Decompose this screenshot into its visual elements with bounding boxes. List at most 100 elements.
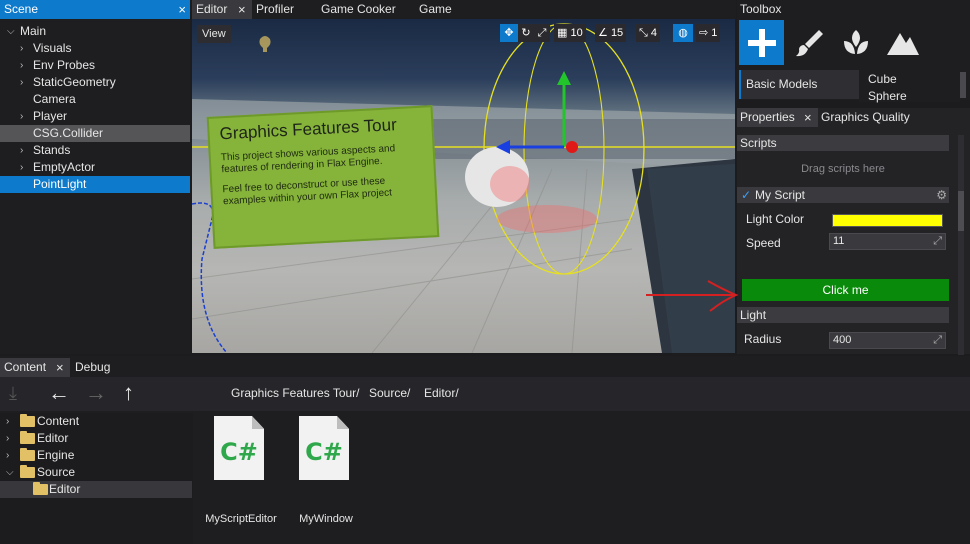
folder-tree-item[interactable]: › Content [0, 413, 192, 430]
folder-icon [20, 414, 35, 427]
paint-brush-icon[interactable] [786, 20, 831, 65]
scene-item-label: PointLight [33, 177, 87, 191]
folder-tree-item-selected[interactable]: Editor [0, 481, 192, 498]
my-script-header[interactable]: ✓ My Script ⚙ [737, 187, 949, 203]
model-item-cube[interactable]: Cube [868, 72, 897, 86]
scale-snap-value: 4 [650, 27, 657, 39]
scene-tree-item[interactable]: CSG.Collider [0, 125, 190, 142]
tab-profiler[interactable]: Profiler [256, 0, 294, 19]
tab-graphics-quality[interactable]: Graphics Quality [821, 108, 910, 127]
gear-icon[interactable]: ⚙ [936, 187, 947, 203]
properties-scrollbar[interactable] [958, 135, 964, 355]
folder-tree-item[interactable]: ⌵ Source [0, 464, 192, 481]
forward-arrow-icon[interactable]: → [85, 380, 107, 406]
chevron-right-icon[interactable]: › [6, 447, 9, 464]
camera-speed-button[interactable]: ⇨ 1 [696, 24, 721, 42]
chevron-right-icon[interactable]: › [6, 430, 9, 447]
click-me-button[interactable]: Click me [742, 279, 949, 301]
chevron-right-icon[interactable]: › [20, 57, 23, 74]
tab-content[interactable]: Content × [0, 358, 70, 377]
scene-tree-item[interactable]: › StaticGeometry [0, 74, 190, 91]
scene-item-label: Player [33, 109, 68, 123]
file-item[interactable]: C# MyWindow [287, 408, 365, 538]
csharp-label: C# [305, 438, 343, 466]
scale-snap-button[interactable]: ⤡ 4 [636, 24, 660, 42]
grid-snap-button[interactable]: ▦ 10 [554, 24, 586, 42]
scene-tree-item[interactable]: › Env Probes [0, 57, 190, 74]
sign-text: Feel free to deconstruct or use these ex… [222, 175, 393, 208]
scene-tab-label: Scene [4, 2, 39, 16]
tab-properties[interactable]: Properties × [737, 108, 818, 127]
scene-tree-item[interactable]: › Player [0, 108, 190, 125]
chevron-down-icon[interactable]: ⌵ [7, 23, 15, 40]
chevron-right-icon[interactable]: › [6, 413, 9, 430]
toolbox-model-list: Cube Sphere [859, 70, 960, 103]
toolbox-scrollbar[interactable] [960, 72, 966, 98]
scripts-section-header[interactable]: Scripts [737, 135, 949, 151]
csharp-label: C# [220, 438, 258, 466]
breadcrumb-item[interactable]: Source/ [369, 386, 410, 400]
page-fold [337, 416, 349, 429]
checkbox-icon[interactable]: ✓ [741, 187, 751, 203]
chevron-down-icon[interactable]: ⌵ [6, 464, 14, 481]
content-toolbar [0, 377, 970, 411]
terrain-icon[interactable] [880, 20, 925, 65]
tab-game-cooker[interactable]: Game Cooker [321, 0, 396, 19]
tab-editor-label: Editor [196, 2, 228, 16]
up-arrow-icon[interactable]: ↑ [123, 380, 134, 406]
import-icon[interactable]: ⤓ [9, 383, 17, 404]
scene-tree-item-selected[interactable]: PointLight [0, 176, 190, 193]
scene-tree-item[interactable]: Camera [0, 91, 190, 108]
chevron-right-icon[interactable]: › [20, 159, 23, 176]
scene-tab[interactable]: Scene × [0, 0, 190, 19]
close-icon[interactable]: × [238, 0, 246, 19]
globe-icon[interactable]: ◍ [673, 24, 693, 42]
properties-panel: Properties × Graphics Quality Scripts Dr… [737, 108, 970, 355]
sign-title: Graphics Features Tour [219, 115, 398, 144]
file-name: MyScriptEditor [205, 513, 277, 525]
chevron-right-icon[interactable]: › [20, 108, 23, 125]
tab-editor[interactable]: Editor × [192, 0, 252, 19]
back-arrow-icon[interactable]: ← [48, 380, 70, 406]
scene-tree-item[interactable]: › Visuals [0, 40, 190, 57]
chevron-right-icon[interactable]: › [20, 142, 23, 159]
scene-tree-item[interactable]: ⌵ Main [0, 23, 190, 40]
light-color-swatch[interactable] [832, 214, 943, 227]
grid-icon: ▦ [557, 27, 568, 39]
toolbox-category[interactable]: Basic Models [739, 70, 859, 99]
tab-debug[interactable]: Debug [75, 358, 110, 377]
csharp-file-icon: C# [214, 416, 264, 480]
angle-icon: ∠ [598, 27, 608, 39]
tab-content-label: Content [4, 360, 47, 374]
folder-tree-item[interactable]: › Editor [0, 430, 192, 447]
angle-snap-button[interactable]: ∠ 15 [595, 24, 627, 42]
scale-gizmo-icon[interactable]: ⤢ [534, 24, 550, 42]
rotate-gizmo-icon[interactable]: ↻ [518, 24, 534, 42]
folder-tree-item[interactable]: › Engine [0, 447, 192, 464]
add-icon[interactable] [739, 20, 784, 65]
tour-sign: Graphics Features Tour This project show… [206, 105, 440, 249]
breadcrumb-item[interactable]: Editor/ [424, 386, 459, 400]
view-button[interactable]: View [197, 25, 231, 43]
folder-label: Editor [37, 431, 69, 445]
translate-gizmo-icon[interactable]: ✥ [500, 24, 518, 42]
foliage-icon[interactable] [833, 20, 878, 65]
tab-game[interactable]: Game [419, 0, 452, 19]
close-icon[interactable]: × [178, 0, 186, 19]
chevron-right-icon[interactable]: › [20, 74, 23, 91]
chevron-right-icon[interactable]: › [20, 40, 23, 57]
file-item[interactable]: C# MyScriptEditor [202, 408, 280, 538]
speed-field[interactable]: 11 ⤢ [829, 233, 946, 250]
annotation-arrow [646, 280, 739, 312]
folder-label: Content [37, 414, 80, 428]
scene-tree-item[interactable]: › EmptyActor [0, 159, 190, 176]
close-icon[interactable]: × [56, 358, 64, 377]
scene-tree-item[interactable]: › Stands [0, 142, 190, 159]
radius-field[interactable]: 400 ⤢ [829, 332, 946, 349]
close-icon[interactable]: × [804, 108, 812, 127]
light-section-header[interactable]: Light [737, 307, 949, 323]
speed-label: Speed [746, 236, 781, 250]
scrollbar-thumb[interactable] [958, 191, 964, 231]
breadcrumb-item[interactable]: Graphics Features Tour/ [231, 386, 360, 400]
model-item-sphere[interactable]: Sphere [868, 89, 907, 103]
